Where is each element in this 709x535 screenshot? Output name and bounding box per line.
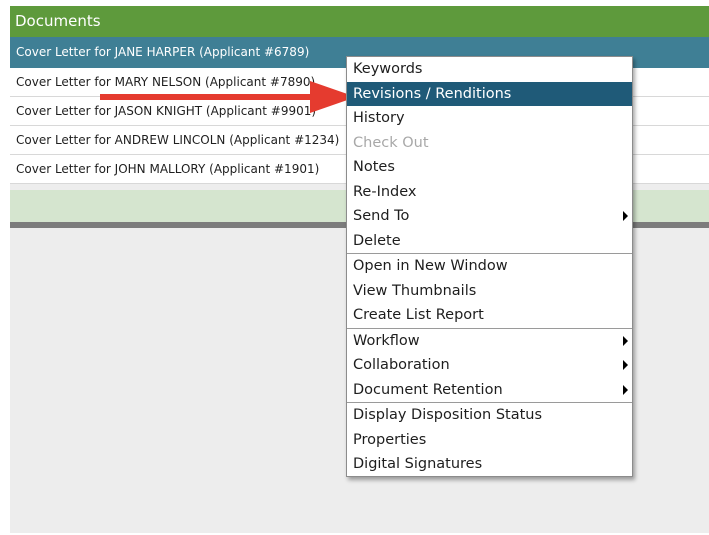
menu-item-workflow[interactable]: Workflow (347, 329, 632, 354)
menu-item-open-in-new-window[interactable]: Open in New Window (347, 254, 632, 279)
submenu-arrow-icon (623, 335, 628, 346)
menu-item-send-to[interactable]: Send To (347, 204, 632, 229)
menu-item-delete[interactable]: Delete (347, 229, 632, 254)
menu-item-label: Send To (353, 208, 410, 224)
submenu-arrow-icon (623, 360, 628, 371)
panel-title: Documents (10, 6, 709, 37)
submenu-arrow-icon (623, 384, 628, 395)
menu-item-re-index[interactable]: Re-Index (347, 180, 632, 205)
menu-item-document-retention[interactable]: Document Retention (347, 378, 632, 403)
menu-item-view-thumbnails[interactable]: View Thumbnails (347, 279, 632, 304)
menu-item-keywords[interactable]: Keywords (347, 57, 632, 82)
menu-item-label: Collaboration (353, 357, 450, 373)
menu-item-create-list-report[interactable]: Create List Report (347, 303, 632, 328)
menu-item-notes[interactable]: Notes (347, 155, 632, 180)
context-menu: Keywords Revisions / Renditions History … (346, 56, 633, 477)
red-arrow-icon (100, 81, 356, 113)
menu-item-properties[interactable]: Properties (347, 428, 632, 453)
menu-item-display-disposition-status[interactable]: Display Disposition Status (347, 403, 632, 428)
menu-item-digital-signatures[interactable]: Digital Signatures (347, 452, 632, 477)
menu-item-revisions-renditions[interactable]: Revisions / Renditions (347, 81, 632, 106)
submenu-arrow-icon (623, 211, 628, 222)
menu-item-label: Workflow (353, 332, 420, 349)
menu-item-check-out: Check Out (353, 134, 429, 151)
menu-item-collaboration[interactable]: Collaboration (347, 353, 632, 378)
menu-item-label: Document Retention (353, 381, 503, 398)
menu-item-history[interactable]: History (347, 106, 632, 131)
